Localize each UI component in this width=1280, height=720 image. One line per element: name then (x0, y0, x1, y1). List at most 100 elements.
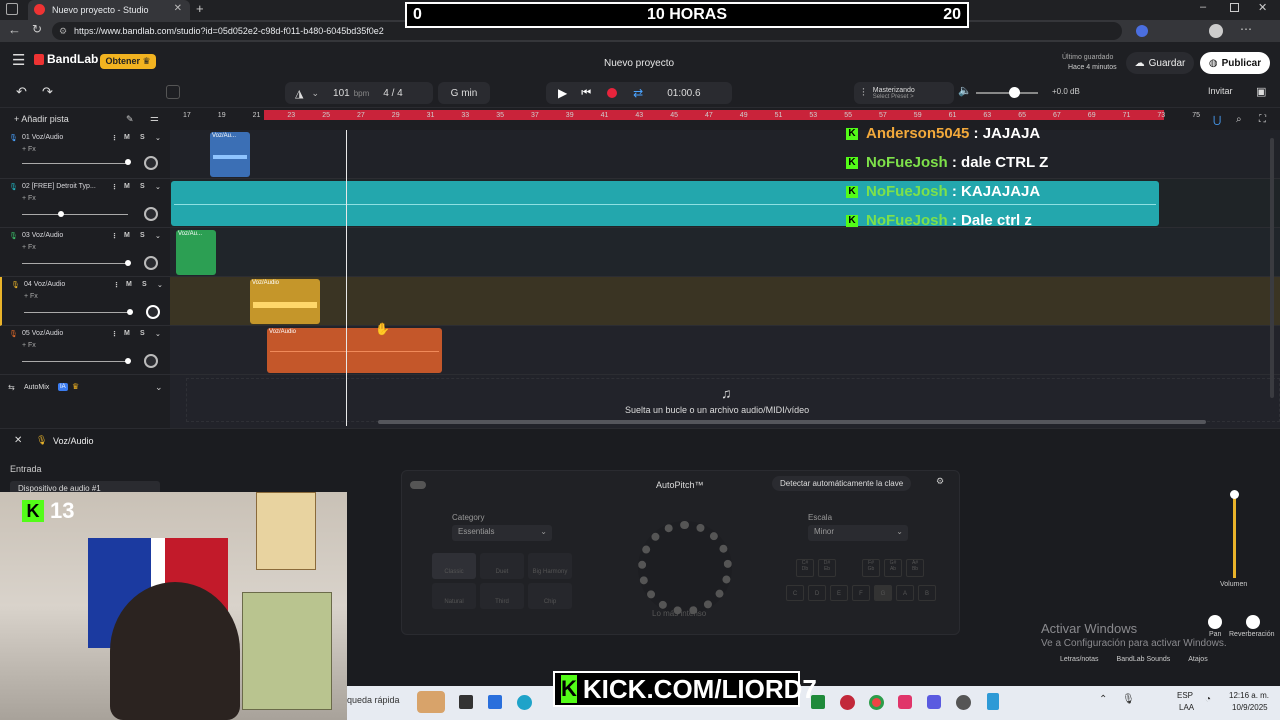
note-key[interactable]: F (852, 585, 870, 601)
category-select[interactable]: Essentials ⌄ (452, 525, 552, 541)
track-name[interactable]: 01 Voz/Audio (22, 134, 63, 141)
reload-icon[interactable]: ↻ (32, 22, 42, 36)
back-icon[interactable]: ← (8, 22, 21, 37)
new-tab-icon[interactable]: + (196, 1, 204, 16)
note-key[interactable]: B (918, 585, 936, 601)
track-name[interactable]: 03 Voz/Audio (22, 232, 63, 239)
profile-avatar[interactable] (1209, 24, 1223, 38)
file-explorer-icon[interactable] (488, 695, 502, 709)
snap-icon[interactable]: ⋃ (1213, 115, 1221, 126)
track-fx[interactable]: + Fx (22, 195, 36, 202)
more-icon[interactable]: ⋮ (111, 330, 118, 338)
arrangement-area[interactable]: 17 19 21 23 25 27 29 31 33 35 37 39 41 43 45 47 49 51 53 55… (170, 108, 1280, 428)
solo-button[interactable]: S (140, 183, 145, 190)
note-key-sharp[interactable]: C# Db (796, 559, 814, 577)
pan-knob[interactable] (144, 156, 158, 170)
track-fx[interactable]: + Fx (24, 293, 38, 300)
window-icon[interactable] (6, 3, 18, 15)
tools-icon[interactable]: ✎ (126, 114, 134, 125)
edge-icon[interactable] (517, 695, 532, 710)
calculator-icon[interactable] (987, 693, 999, 710)
menu-dots-icon[interactable]: ⋯ (1240, 22, 1252, 36)
track-name[interactable]: 04 Voz/Audio (24, 281, 65, 288)
record-mode-icon[interactable] (166, 85, 180, 99)
publish-button[interactable]: ◍ Publicar (1200, 52, 1270, 74)
audio-clip[interactable]: Voz/Audio (250, 279, 320, 324)
track-header[interactable]: 🎙 04 Voz/Audio + Fx ⋮ M S ⌄ (0, 277, 170, 326)
automix-row[interactable]: ⇆ AutoMix IA ♛ ⌄ (0, 378, 170, 400)
track-lane[interactable] (170, 179, 1280, 228)
pan-knob[interactable] (144, 256, 158, 270)
pan-knob[interactable] (1208, 615, 1222, 629)
invite-button[interactable]: Invitar (1208, 86, 1233, 96)
bottom-tab[interactable]: Letras/notas (1060, 656, 1099, 672)
volume-thumb[interactable] (125, 358, 131, 364)
solo-button[interactable]: S (142, 281, 147, 288)
add-track-button[interactable]: + Añadir pista (14, 114, 69, 124)
clock-date[interactable]: 10/9/2025 (1232, 703, 1268, 712)
hamburger-menu-icon[interactable]: ☰ (12, 51, 25, 69)
record-icon[interactable] (607, 88, 618, 98)
lang-line2[interactable]: LAA (1179, 703, 1194, 712)
note-key[interactable]: G (874, 585, 892, 601)
note-key-sharp[interactable]: G# Ab (884, 559, 902, 577)
reverb-knob[interactable] (1246, 615, 1260, 629)
plugin-settings-icon[interactable]: ⚙ (936, 476, 944, 487)
app-icon[interactable] (927, 695, 941, 709)
master-volume-track[interactable] (976, 92, 1038, 94)
mute-button[interactable]: M (124, 183, 130, 190)
bottom-tab[interactable]: BandLab Sounds (1117, 656, 1171, 672)
save-button[interactable]: ☁ Guardar (1126, 52, 1194, 74)
mute-button[interactable]: M (124, 232, 130, 239)
track-lane[interactable]: Voz/Au... (170, 130, 1280, 179)
track-name[interactable]: 02 [FREE] Detroit Typ... (22, 183, 96, 190)
horizontal-scrollbar[interactable] (378, 420, 1206, 424)
restore-icon[interactable] (1230, 3, 1239, 12)
browser-tab[interactable]: Nuevo proyecto - Studio ✕ (28, 0, 190, 20)
playhead[interactable] (346, 130, 347, 426)
tray-chevron-icon[interactable]: ⌃ (1099, 694, 1107, 705)
note-key[interactable]: E (830, 585, 848, 601)
app-icon[interactable] (956, 695, 971, 710)
note-key[interactable]: C (786, 585, 804, 601)
close-editor-icon[interactable]: ✕ (14, 435, 22, 446)
metronome-dropdown-icon[interactable]: ⌄ (311, 88, 319, 99)
note-key[interactable]: A (896, 585, 914, 601)
volume-thumb[interactable] (58, 211, 64, 217)
volume-slider[interactable] (22, 214, 128, 215)
audio-clip[interactable]: Voz/Au... (176, 230, 216, 275)
mute-button[interactable]: M (124, 330, 130, 337)
track-lane[interactable]: Voz/Audio (170, 326, 1280, 375)
play-icon[interactable]: ▶ (558, 86, 567, 100)
expand-icon[interactable]: ⌄ (157, 281, 163, 289)
more-icon[interactable]: ⋮ (111, 183, 118, 191)
preset-button[interactable]: Natural (432, 583, 476, 609)
track-fx[interactable]: + Fx (22, 244, 36, 251)
mute-button[interactable]: M (126, 281, 132, 288)
redo-icon[interactable]: ↷ (42, 84, 53, 100)
track-header[interactable]: 🎙 01 Voz/Audio + Fx ⋮ M S ⌄ (0, 130, 170, 179)
preset-button[interactable]: Third (480, 583, 524, 609)
track-lane[interactable]: Voz/Au... (170, 228, 1280, 277)
expand-icon[interactable]: ⌄ (155, 183, 161, 191)
pan-knob[interactable] (144, 207, 158, 221)
track-fx[interactable]: + Fx (22, 146, 36, 153)
more-icon[interactable]: ⋮ (111, 232, 118, 240)
volume-slider[interactable] (24, 312, 130, 313)
zoom-icon[interactable]: ⌕ (1236, 114, 1242, 125)
volume-thumb[interactable] (125, 159, 131, 165)
task-view-icon[interactable] (459, 695, 473, 709)
volume-thumb[interactable] (127, 309, 133, 315)
track-header[interactable]: 🎙 02 [FREE] Detroit Typ... + Fx ⋮ M S ⌄ (0, 179, 170, 228)
search-box-text[interactable]: queda rápida (347, 695, 400, 705)
volume-fader-track[interactable] (1233, 494, 1236, 578)
expand-icon[interactable]: ⌄ (155, 330, 161, 338)
track-header[interactable]: 🎙 03 Voz/Audio + Fx ⋮ M S ⌄ (0, 228, 170, 277)
clock-time[interactable]: 12:16 a. m. (1229, 691, 1269, 700)
volume-slider[interactable] (22, 361, 128, 362)
note-key-sharp[interactable]: A# Bb (906, 559, 924, 577)
drop-zone[interactable]: ♫ Suelta un bucle o un archivo audio/MID… (186, 378, 1280, 422)
metronome-icon[interactable]: ◮ (295, 87, 303, 100)
intensity-knob[interactable] (638, 521, 732, 615)
track-name[interactable]: 05 Voz/Audio (22, 330, 63, 337)
